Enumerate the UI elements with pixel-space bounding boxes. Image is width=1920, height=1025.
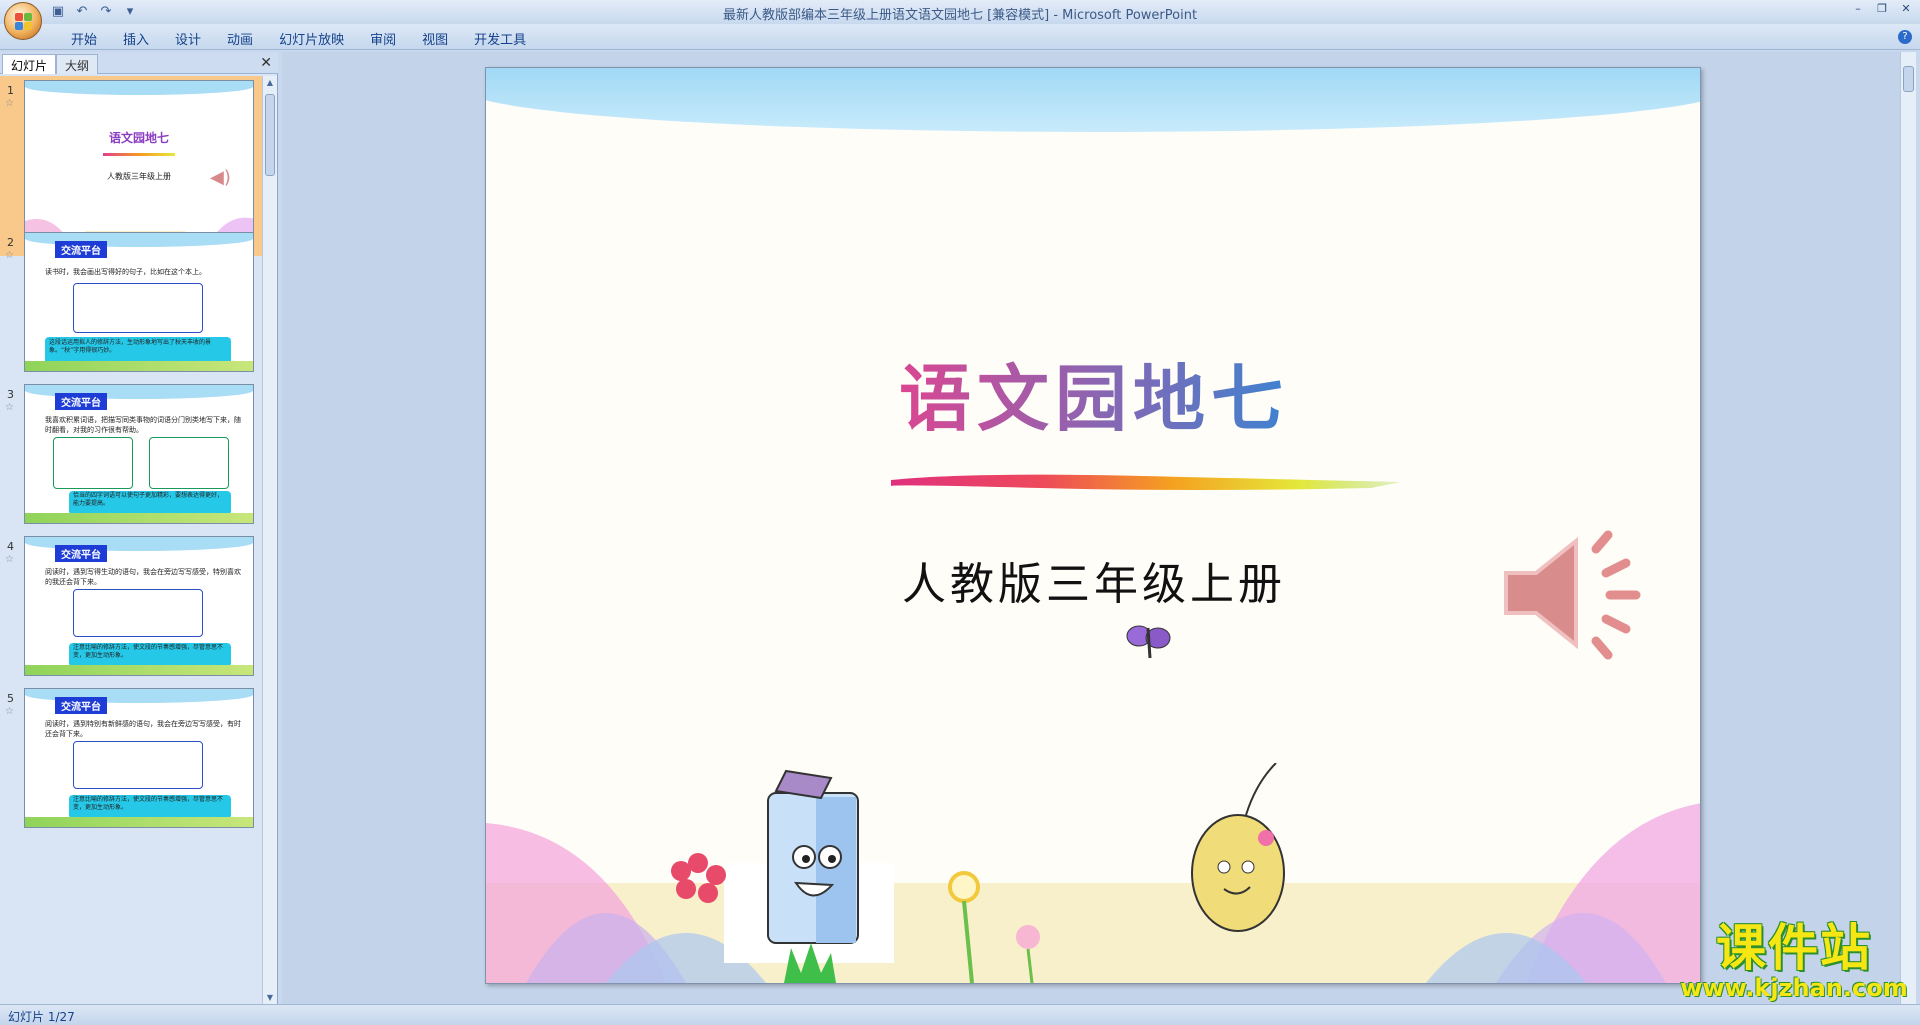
status-bar: 幻灯片 1/27 <box>0 1004 1920 1025</box>
close-icon[interactable]: ✕ <box>260 55 272 71</box>
speaker-icon[interactable] <box>1496 523 1656 673</box>
animation-star-icon: ☆ <box>5 98 14 109</box>
thumbnail-list: 1 ☆ 语文园地七 人教版三年级上册 ◀) 2 ☆ 交流平台 读书时，我会画出写… <box>0 76 262 1004</box>
thumbnail-header: 交流平台 <box>55 697 107 714</box>
tab-slides[interactable]: 幻灯片 <box>2 54 57 74</box>
slide-title[interactable]: 语文园地七 <box>486 340 1700 445</box>
watermark: 课件站 www.kjzhan.com <box>1674 921 1914 1001</box>
help-icon[interactable]: ? <box>1898 30 1912 44</box>
thumbnail-slide-4[interactable]: 交流平台 阅读时，遇到写得生动的语句，我会在旁边写写感受，特别喜欢的我还会背下来… <box>24 536 254 676</box>
title-bar: ▣ ↶ ↷ ▾ 最新人教版部编本三年级上册语文语文园地七 [兼容模式] - Mi… <box>0 0 1920 40</box>
window-title: 最新人教版部编本三年级上册语文语文园地七 [兼容模式] - Microsoft … <box>722 8 1198 23</box>
butterfly-icon <box>1126 625 1171 659</box>
tab-design[interactable]: 设计 <box>162 29 214 48</box>
tab-animations[interactable]: 动画 <box>214 29 266 48</box>
thumbnail-slide-2[interactable]: 交流平台 读书时，我会画出写得好的句子，比如在这个本上。 这段话运用拟人的修辞方… <box>24 232 254 372</box>
tab-slideshow[interactable]: 幻灯片放映 <box>266 29 357 48</box>
editor-scroll-thumb[interactable] <box>1903 66 1914 92</box>
tab-review[interactable]: 审阅 <box>357 29 409 48</box>
thumbnail-box <box>73 741 203 789</box>
pear-character <box>1191 763 1285 932</box>
window-controls: – ❐ ✕ <box>1848 2 1916 16</box>
slide-editor: 语文园地七 人教版三年级上册 <box>282 52 1900 1004</box>
thumbnail-grass <box>25 665 253 675</box>
thumbnail-note-text: 注意比喻的修辞方法，使文段的节奏感增强，尽管意思不变，更加生动形象。 <box>73 796 224 811</box>
thumbnail-header: 交流平台 <box>55 241 107 258</box>
thumbnail-note-text: 注意比喻的修辞方法，使文段的节奏感增强，尽管意思不变，更加生动形象。 <box>73 644 224 659</box>
pane-tabs: 幻灯片 大纲 ✕ <box>0 52 278 74</box>
ribbon-tabs: 开始 插入 设计 动画 幻灯片放映 审阅 视图 开发工具 ? <box>0 24 1920 50</box>
scroll-up-icon[interactable]: ▲ <box>263 78 277 87</box>
thumbnail-number: 5 <box>7 692 14 705</box>
thumbnail-number: 3 <box>7 388 14 401</box>
thumbnail-number: 2 <box>7 236 14 249</box>
thumbnail-box <box>73 589 203 637</box>
thumbnail-slide-3[interactable]: 交流平台 我喜欢积累词语，把描写同类事物的词语分门别类地写下来，随时翻看，对我的… <box>24 384 254 524</box>
animation-star-icon: ☆ <box>5 706 14 717</box>
thumbnail-slide-5[interactable]: 交流平台 阅读时，遇到特别有新鲜感的语句，我会在旁边写写感受，有时还会背下来。 … <box>24 688 254 828</box>
close-window-icon[interactable]: ✕ <box>1896 2 1916 16</box>
thumbnail-text: 阅读时，遇到写得生动的语句，我会在旁边写写感受，特别喜欢的我还会背下来。 <box>45 568 241 586</box>
scroll-thumb[interactable] <box>265 94 275 176</box>
thumbnail-grass <box>25 513 253 523</box>
tab-outline[interactable]: 大纲 <box>56 54 99 74</box>
thumbnail-grass <box>25 817 253 827</box>
thumbnail-row[interactable]: 5 ☆ 交流平台 阅读时，遇到特别有新鲜感的语句，我会在旁边写写感受，有时还会背… <box>0 684 262 864</box>
tab-home[interactable]: 开始 <box>58 29 110 48</box>
animation-star-icon: ☆ <box>5 402 14 413</box>
thumbnail-number: 4 <box>7 540 14 553</box>
current-slide[interactable]: 语文园地七 人教版三年级上册 <box>485 67 1701 984</box>
watermark-title: 课件站 <box>1716 919 1872 977</box>
thumbnail-text: 阅读时，遇到特别有新鲜感的语句，我会在旁边写写感受，有时还会背下来。 <box>45 720 241 738</box>
thumbnail-scrollbar[interactable]: ▲ ▼ <box>262 76 277 1004</box>
editor-scrollbar[interactable] <box>1900 52 1916 1004</box>
tab-developer[interactable]: 开发工具 <box>461 29 539 48</box>
office-button[interactable] <box>4 2 42 40</box>
thumbnail-header: 交流平台 <box>55 393 107 410</box>
slide-ground-illustration <box>486 763 1700 983</box>
slide-counter: 幻灯片 1/27 <box>8 1010 75 1024</box>
tab-view[interactable]: 视图 <box>409 29 461 48</box>
brush-stroke <box>891 474 1401 490</box>
thumbnail-number: 1 <box>7 84 14 97</box>
thumbnail-box-right <box>149 437 229 489</box>
brush-stroke <box>103 153 175 156</box>
watermark-url: www.kjzhan.com <box>1680 974 1908 1002</box>
book-character <box>767 769 859 944</box>
thumbnail-sky <box>25 81 253 95</box>
scroll-down-icon[interactable]: ▼ <box>263 993 277 1002</box>
thumbnail-slide-1[interactable]: 语文园地七 人教版三年级上册 ◀) <box>24 80 254 252</box>
animation-star-icon: ☆ <box>5 554 14 565</box>
minimize-icon[interactable]: – <box>1848 2 1868 16</box>
slides-pane: 幻灯片 大纲 ✕ 1 ☆ 语文园地七 人教版三年级上册 ◀) 2 ☆ 交流平台 … <box>0 52 278 1004</box>
thumbnail-header: 交流平台 <box>55 545 107 562</box>
tab-insert[interactable]: 插入 <box>110 29 162 48</box>
speaker-icon: ◀) <box>210 167 231 188</box>
thumbnail-box-left <box>53 437 133 489</box>
thumbnail-title: 语文园地七 <box>108 131 169 145</box>
thumbnail-text: 我喜欢积累词语，把描写同类事物的词语分门别类地写下来，随时翻看，对我的习作很有帮… <box>45 416 241 434</box>
thumbnail-box <box>73 283 203 333</box>
thumbnail-text: 读书时，我会画出写得好的句子，比如在这个本上。 <box>45 268 206 276</box>
thumbnail-note-text: 恰当的四字词语可以使句子更加精彩，要想表达得更好，能力要提高。 <box>73 492 224 507</box>
animation-star-icon: ☆ <box>5 250 14 261</box>
restore-icon[interactable]: ❐ <box>1872 2 1892 16</box>
thumbnail-note-text: 这段话运用拟人的修辞方法，生动形象地写出了秋天丰收的景象。“秋”字用得很巧妙。 <box>49 339 212 354</box>
office-logo-icon <box>15 13 32 30</box>
slide-sky-band <box>486 68 1700 132</box>
thumbnail-grass <box>25 361 253 371</box>
